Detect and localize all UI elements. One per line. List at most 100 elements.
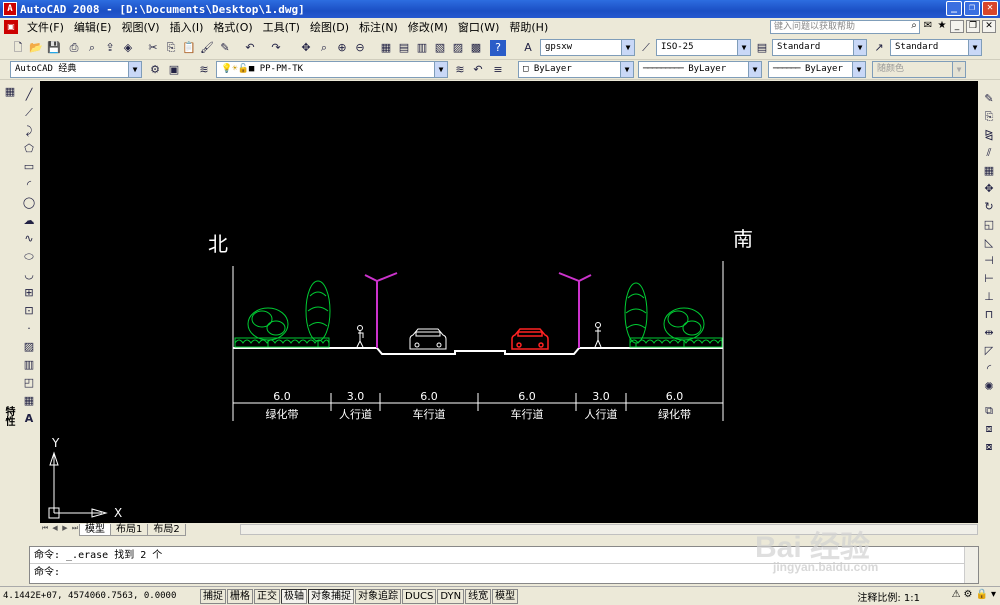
trim-icon[interactable]: ⊣ [981,253,997,269]
polygon-icon[interactable]: ⬠ [21,141,37,157]
layer-previous-icon[interactable]: ↶ [470,62,486,78]
dim-style-select[interactable]: ISO-25 ▼ [656,39,751,56]
table-style-icon[interactable]: ▤ [754,40,770,56]
hatch-icon[interactable]: ▨ [21,339,37,355]
polyline-icon[interactable]: ⤸ [21,123,37,139]
chevron-down-icon[interactable]: ▼ [434,62,447,77]
undo-icon[interactable]: ↶ [242,40,258,56]
restore-button[interactable]: ❐ [964,1,980,16]
favorites-star-icon[interactable]: ★ [936,20,948,33]
tool-palettes-icon[interactable]: ▥ [414,40,430,56]
document-icon[interactable]: ▣ [4,20,18,34]
extend-icon[interactable]: ⊢ [981,271,997,287]
chevron-down-icon[interactable]: ▼ [737,40,750,55]
menu-tools[interactable]: 工具(T) [258,19,305,35]
ellipse-icon[interactable]: ⬭ [21,249,37,265]
linetype-select[interactable]: ───────── ByLayer ▼ [638,61,762,78]
toggle-ortho[interactable]: 正交 [254,588,280,604]
break-point-icon[interactable]: ⊥ [981,289,997,305]
preview-icon[interactable]: ⌕ [84,40,100,56]
layer-states-icon[interactable]: ≡ [490,62,506,78]
text-style-icon[interactable]: A [520,40,536,56]
menu-help[interactable]: 帮助(H) [504,19,553,35]
make-current-layer-icon[interactable]: ≋ [452,62,468,78]
annotation-visibility-icon[interactable]: ⚠ [952,589,961,600]
tab-layout1[interactable]: 布局1 [110,523,149,536]
layer-select[interactable]: 💡☀🔓■ PP-PM-TK ▼ [216,61,448,78]
minimize-button[interactable]: _ [946,1,962,16]
zoom-realtime-icon[interactable]: ⌕ [316,40,332,56]
menu-modify[interactable]: 修改(M) [403,19,453,35]
search-icon[interactable]: ⌕ [908,20,920,33]
prev-tab-icon[interactable]: ◀ [50,524,60,535]
stretch-icon[interactable]: ◺ [981,235,997,251]
color-select[interactable]: □ ByLayer ▼ [518,61,634,78]
redo-icon[interactable]: ↷ [268,40,284,56]
tab-model[interactable]: 模型 [79,523,111,536]
zoom-window-icon[interactable]: ⊕ [334,40,350,56]
bring-to-front-icon[interactable]: ⧈ [981,421,997,437]
chevron-down-icon[interactable]: ▼ [968,40,981,55]
array-icon[interactable]: ▦ [981,163,997,179]
chevron-down-icon[interactable]: ▼ [748,62,761,77]
plot-icon[interactable]: ⎙ [66,40,82,56]
mtext-icon[interactable]: A [21,411,37,427]
erase-icon[interactable]: ✎ [981,91,997,107]
properties-icon[interactable]: ▦ [378,40,394,56]
new-icon[interactable]: 🗋 [10,40,26,56]
move-icon[interactable]: ✥ [981,181,997,197]
ellipse-arc-icon[interactable]: ◡ [21,267,37,283]
region-icon[interactable]: ◰ [21,375,37,391]
explode-icon[interactable]: ✺ [981,379,997,395]
workspace-select[interactable]: AutoCAD 经典 ▼ [10,61,142,78]
menu-edit[interactable]: 编辑(E) [69,19,117,35]
break-icon[interactable]: ⊓ [981,307,997,323]
toggle-model[interactable]: 模型 [492,588,519,604]
line-icon[interactable]: ╱ [21,87,37,103]
autocad-app-icon[interactable]: A [3,2,17,16]
zoom-previous-icon[interactable]: ⊖ [352,40,368,56]
help-icon[interactable]: ? [490,40,506,56]
point-icon[interactable]: · [21,321,37,337]
lineweight-select[interactable]: ────── ByLayer ▼ [768,61,866,78]
next-tab-icon[interactable]: ▶ [60,524,70,535]
copy-icon[interactable]: ⎘ [163,40,179,56]
rotate-icon[interactable]: ↻ [981,199,997,215]
toggle-snap[interactable]: 捕捉 [200,588,226,604]
annotation-scale[interactable]: 注释比例: 1:1 [857,589,920,604]
text-style-select[interactable]: gpsxw ▼ [540,39,635,56]
sheet-set-icon[interactable]: ▧ [432,40,448,56]
rectangle-icon[interactable]: ▭ [21,159,37,175]
chevron-down-icon[interactable]: ▼ [621,40,634,55]
chevron-down-icon[interactable]: ▼ [852,62,865,77]
workspace-settings-icon[interactable]: ⚙ [147,62,163,78]
offset-icon[interactable]: ⫽ [981,145,997,161]
close-button[interactable]: ✕ [982,1,998,16]
save-workspace-icon[interactable]: ▣ [166,62,182,78]
mirror-icon[interactable]: ⧎ [981,127,997,143]
menu-insert[interactable]: 插入(I) [165,19,209,35]
doc-minimize-button[interactable]: _ [950,20,964,33]
help-search-input[interactable]: 键入问题以获取帮助 [770,20,920,34]
brush-icon[interactable]: 🖌 [199,40,215,56]
send-to-back-icon[interactable]: ⧇ [981,439,997,455]
pan-icon[interactable]: ✥ [298,40,314,56]
lock-icon[interactable]: 🔒 [976,589,988,600]
draw-order-icon[interactable]: ⧉ [981,403,997,419]
revision-cloud-icon[interactable]: ☁ [21,213,37,229]
publish-icon[interactable]: ⇪ [102,40,118,56]
make-block-icon[interactable]: ⊡ [21,303,37,319]
fillet-icon[interactable]: ◜ [981,361,997,377]
spline-icon[interactable]: ∿ [21,231,37,247]
circle-icon[interactable]: ◯ [21,195,37,211]
doc-restore-button[interactable]: ❐ [966,20,980,33]
tab-layout2[interactable]: 布局2 [147,523,186,536]
toggle-polar[interactable]: 极轴 [281,588,307,604]
multileader-style-select[interactable]: Standard ▼ [890,39,982,56]
auto-scale-icon[interactable]: ⚙ [964,589,973,600]
menu-view[interactable]: 视图(V) [116,19,164,35]
gradient-icon[interactable]: ▥ [21,357,37,373]
cut-icon[interactable]: ✂ [145,40,161,56]
menu-window[interactable]: 窗口(W) [453,19,504,35]
menu-format[interactable]: 格式(O) [208,19,257,35]
